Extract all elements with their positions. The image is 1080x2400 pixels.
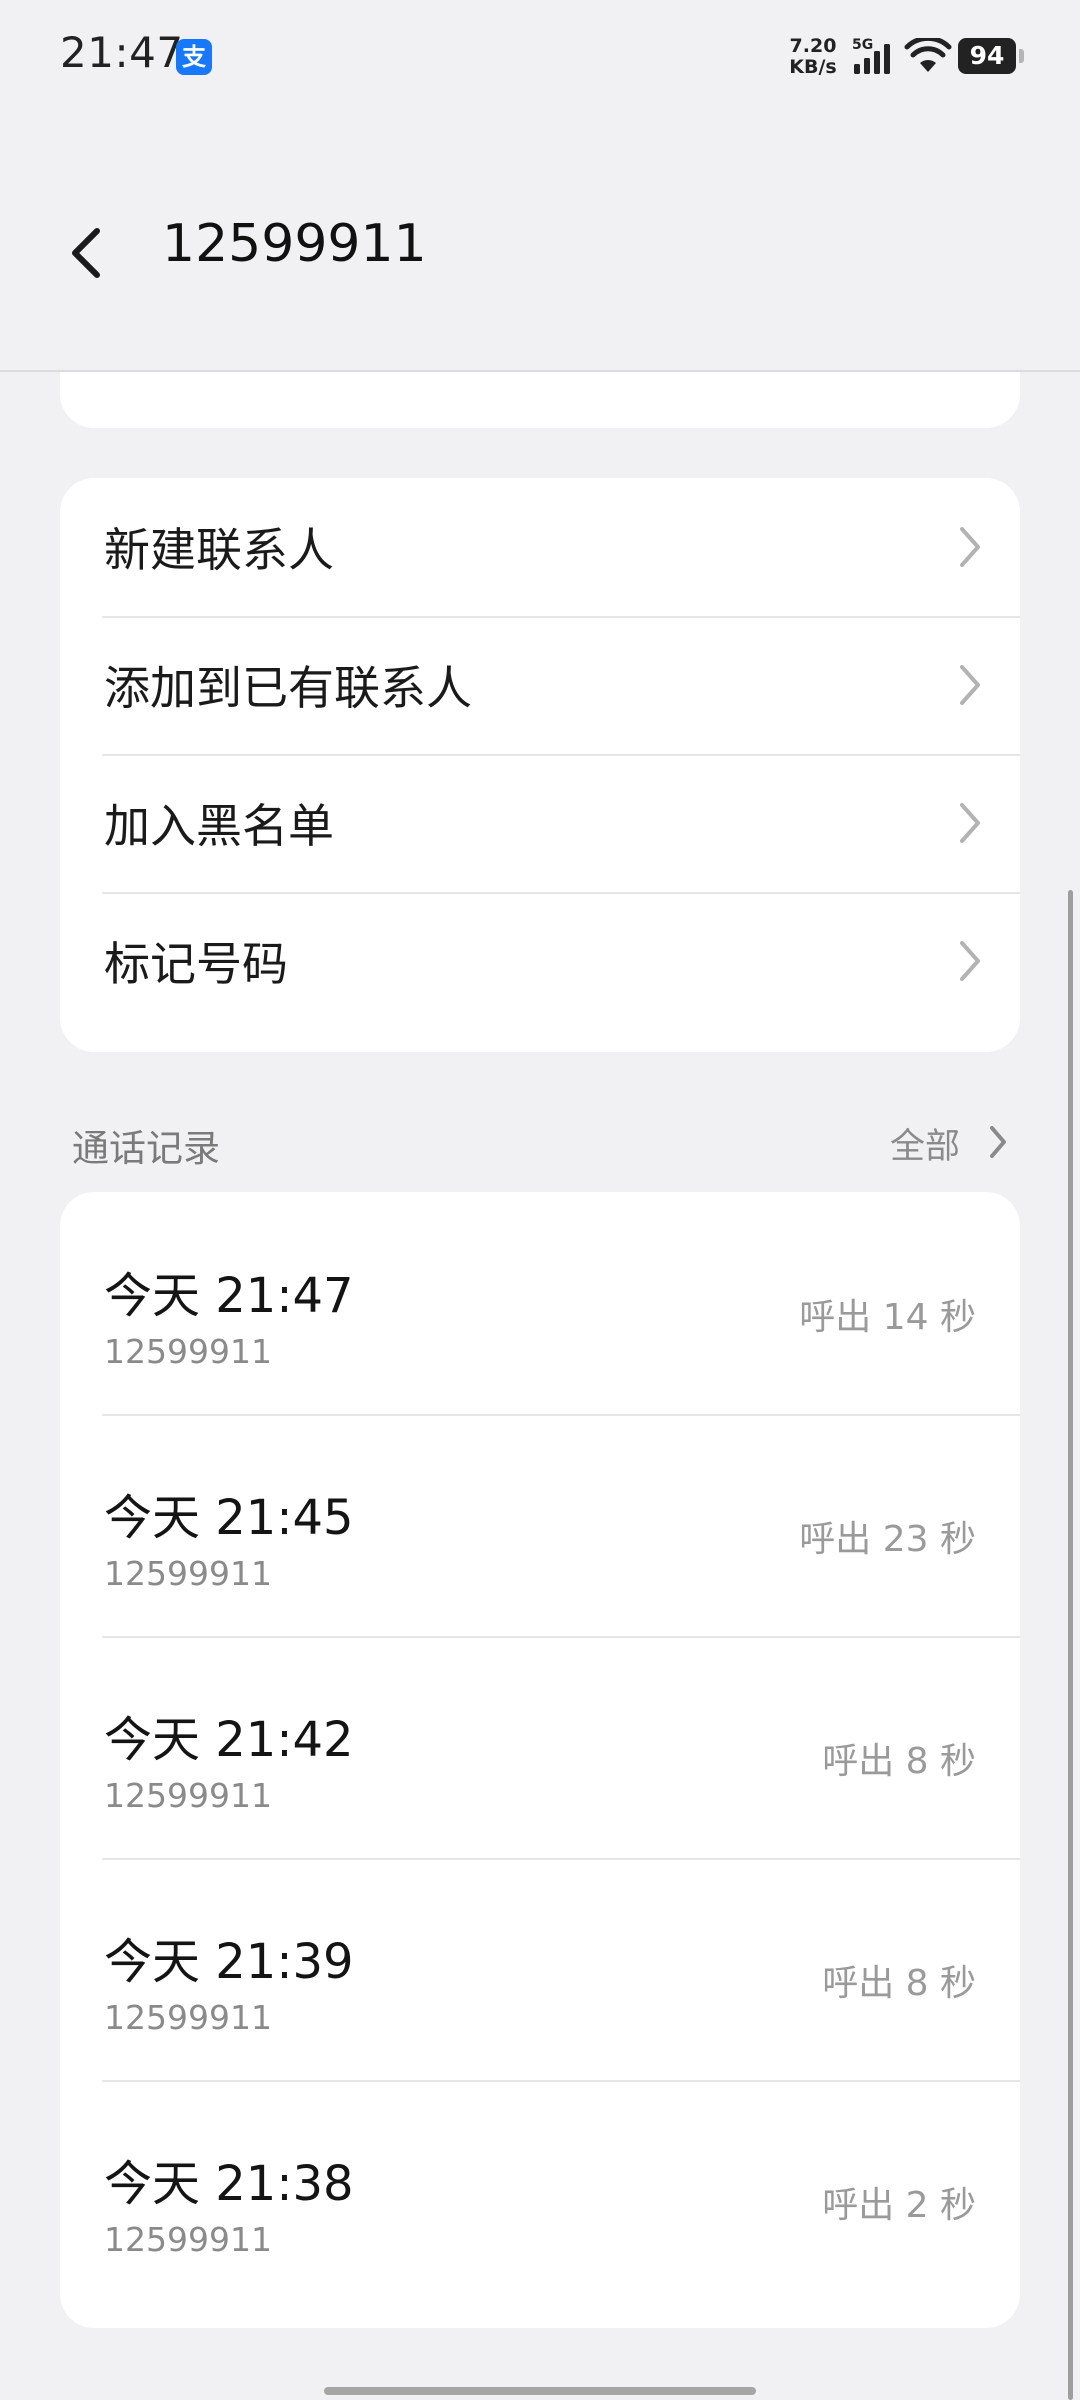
call-number: 12599911 <box>104 1998 272 2037</box>
add-to-blacklist-button[interactable]: 加入黑名单 <box>60 754 1020 892</box>
network-speed-unit: KB/s <box>789 56 837 78</box>
add-to-existing-contact-button[interactable]: 添加到已有联系人 <box>60 616 1020 754</box>
chevron-right-icon[interactable] <box>988 1124 1008 1160</box>
action-label: 添加到已有联系人 <box>104 661 472 715</box>
battery-icon: 94 <box>958 38 1024 74</box>
new-contact-button[interactable]: 新建联系人 <box>60 478 1020 616</box>
battery-level: 94 <box>958 38 1016 74</box>
call-log-title: 通话记录 <box>72 1127 220 1170</box>
action-label: 加入黑名单 <box>104 799 334 853</box>
call-log-item[interactable]: 今天 21:42 12599911 呼出 8 秒 <box>60 1636 1020 1858</box>
screen: 21:47 支 7.20 KB/s 5G 94 12599911 新建联系人 添… <box>0 0 1080 2400</box>
status-time: 21:47 <box>60 28 184 77</box>
call-log-item[interactable]: 今天 21:47 12599911 呼出 14 秒 <box>60 1192 1020 1414</box>
scrollbar[interactable] <box>1068 890 1073 2400</box>
home-indicator[interactable] <box>324 2387 756 2395</box>
call-time: 今天 21:39 <box>104 1934 354 1990</box>
wifi-icon <box>904 38 952 72</box>
network-type-label: 5G <box>852 37 873 53</box>
chevron-right-icon <box>960 803 980 843</box>
call-time: 今天 21:47 <box>104 1268 354 1324</box>
call-log-item[interactable]: 今天 21:39 12599911 呼出 8 秒 <box>60 1858 1020 2080</box>
network-speed-value: 7.20 <box>789 35 837 57</box>
number-info-card <box>60 372 1020 428</box>
actions-card: 新建联系人 添加到已有联系人 加入黑名单 标记号码 <box>60 478 1020 1052</box>
call-log-item[interactable]: 今天 21:45 12599911 呼出 23 秒 <box>60 1414 1020 1636</box>
action-label: 新建联系人 <box>104 523 334 577</box>
cellular-signal-icon: 5G <box>852 37 890 74</box>
call-time: 今天 21:42 <box>104 1712 354 1768</box>
chevron-right-icon <box>960 941 980 981</box>
call-log-header: 通话记录 全部 <box>72 1110 1012 1174</box>
battery-cap <box>1019 49 1024 63</box>
action-label: 标记号码 <box>104 937 288 991</box>
call-time: 今天 21:45 <box>104 1490 354 1546</box>
call-number: 12599911 <box>104 1776 272 1815</box>
call-log-list: 今天 21:47 12599911 呼出 14 秒 今天 21:45 12599… <box>60 1192 1020 2328</box>
status-bar: 21:47 支 7.20 KB/s 5G 94 <box>0 0 1080 110</box>
chevron-right-icon <box>960 665 980 705</box>
alipay-notification-icon: 支 <box>176 39 212 75</box>
chevron-right-icon <box>960 527 980 567</box>
back-arrow-icon <box>72 228 100 278</box>
call-duration: 呼出 8 秒 <box>822 1741 976 1782</box>
back-button[interactable] <box>56 208 116 298</box>
call-time: 今天 21:38 <box>104 2156 354 2212</box>
network-speed: 7.20 KB/s <box>786 36 840 78</box>
app-header: 12599911 <box>0 110 1080 372</box>
call-duration: 呼出 23 秒 <box>799 1519 976 1560</box>
call-log-item[interactable]: 今天 21:38 12599911 呼出 2 秒 <box>60 2080 1020 2302</box>
call-number: 12599911 <box>104 1332 272 1371</box>
mark-number-button[interactable]: 标记号码 <box>60 892 1020 1030</box>
call-number: 12599911 <box>104 2220 272 2259</box>
call-duration: 呼出 14 秒 <box>799 1297 976 1338</box>
view-all-calls-link[interactable]: 全部 <box>890 1118 960 1169</box>
call-number: 12599911 <box>104 1554 272 1593</box>
call-duration: 呼出 2 秒 <box>822 2185 976 2226</box>
call-duration: 呼出 8 秒 <box>822 1963 976 2004</box>
page-title: 12599911 <box>162 214 427 274</box>
